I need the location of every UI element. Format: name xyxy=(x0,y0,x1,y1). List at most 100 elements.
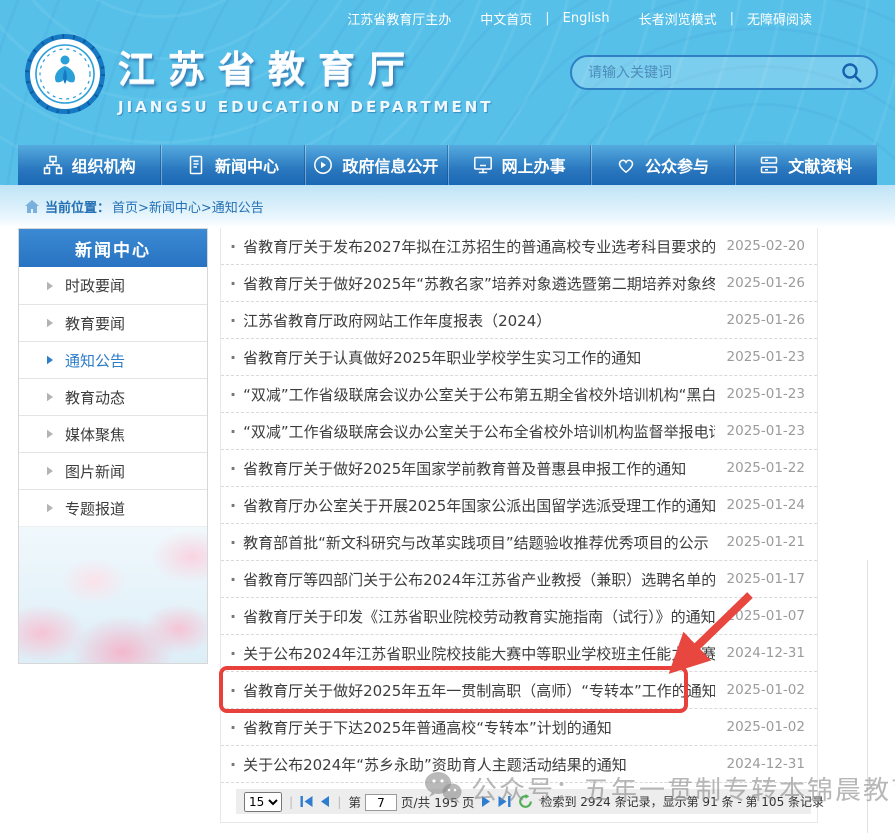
site-title: 江苏省教育厅 xyxy=(118,39,494,93)
page-number-input[interactable] xyxy=(365,794,397,811)
topbar-link[interactable]: 中文首页 xyxy=(480,9,532,28)
news-link[interactable]: 江苏省教育厅政府网站工作年度报表（2024） xyxy=(243,310,714,331)
news-link[interactable]: 省教育厅关于下达2025年普通高校“专转本”计划的通知 xyxy=(243,717,714,738)
news-date: 2025-01-26 xyxy=(727,312,805,328)
news-date: 2025-01-02 xyxy=(727,719,805,735)
nav-item[interactable]: 网上办事 xyxy=(447,145,590,185)
caret-right-icon xyxy=(46,503,54,513)
sidebar-item[interactable]: 时政要闻 xyxy=(19,267,207,304)
bullet-icon: · xyxy=(230,681,236,700)
topbar-link[interactable]: | xyxy=(545,11,549,26)
news-date: 2025-01-23 xyxy=(727,349,805,365)
caret-right-icon xyxy=(46,392,54,402)
topbar-link[interactable]: English xyxy=(563,11,610,26)
news-link[interactable]: 教育部首批“新文科研究与改革实践项目”结题验收推荐优秀项目的公示 xyxy=(243,532,714,553)
sidebar-item-label: 教育动态 xyxy=(65,387,125,408)
news-list: · 省教育厅关于发布2027年拟在江苏招生的普通高校专业选考科目要求的公告 20… xyxy=(221,228,817,783)
breadcrumb-path[interactable]: 首页>新闻中心>通知公告 xyxy=(112,197,264,216)
nav-item-label: 文献资料 xyxy=(788,153,852,177)
topbar-link[interactable]: 长者浏览模式 xyxy=(639,9,717,28)
nav-item-label: 组织机构 xyxy=(72,153,136,177)
news-link[interactable]: 省教育厅关于做好2025年国家学前教育普及普惠县申报工作的通知 xyxy=(243,458,714,479)
nav-item[interactable]: 文献资料 xyxy=(734,145,877,185)
site-logo[interactable]: 江苏省教育厅 JIANGSU EDUCATION DEPARTMENT xyxy=(24,33,494,116)
list-item: · 省教育厅关于做好2025年五年一贯制高职（高师）“专转本”工作的通知 202… xyxy=(221,672,817,709)
news-link[interactable]: 省教育厅关于印发《江苏省职业院校劳动教育实施指南（试行）》的通知 xyxy=(243,606,714,627)
site-subtitle: JIANGSU EDUCATION DEPARTMENT xyxy=(118,98,494,116)
nav-item[interactable]: 新闻中心 xyxy=(160,145,303,185)
breadcrumb-label: 当前位置： xyxy=(45,197,110,216)
page-size-select[interactable]: 15 xyxy=(244,792,282,812)
topbar-link[interactable]: 江苏省教育厅主办 xyxy=(347,9,451,28)
nav-item-label: 新闻中心 xyxy=(215,153,279,177)
list-item: · “双减”工作省级联席会议办公室关于公布全省校外培训机构监督举报电话的公...… xyxy=(221,413,817,450)
news-link[interactable]: 关于公布2024年“苏乡永助”资助育人主题活动结果的通知 xyxy=(243,754,714,775)
page-prefix: 第 xyxy=(348,795,361,810)
news-link[interactable]: 省教育厅关于做好2025年“苏教名家”培养对象遴选暨第二期培养对象终期... xyxy=(243,273,714,294)
sidebar-item-label: 通知公告 xyxy=(65,350,125,371)
topbar-link[interactable]: | xyxy=(730,11,734,26)
pager-divider: | xyxy=(289,794,293,809)
news-link[interactable]: “双减”工作省级联席会议办公室关于公布全省校外培训机构监督举报电话的公... xyxy=(243,421,714,442)
sidebar-item[interactable]: 通知公告 xyxy=(19,341,207,378)
news-link[interactable]: 关于公布2024年江苏省职业院校技能大赛中等职业学校班主任能力比赛获奖 xyxy=(243,643,714,664)
bullet-icon: · xyxy=(230,607,236,626)
list-item: · 省教育厅关于印发《江苏省职业院校劳动教育实施指南（试行）》的通知 2025-… xyxy=(221,598,817,635)
sidebar-item[interactable]: 专题报道 xyxy=(19,489,207,526)
news-date: 2025-01-23 xyxy=(727,423,805,439)
news-link[interactable]: 省教育厅关于做好2025年五年一贯制高职（高师）“专转本”工作的通知 xyxy=(243,680,714,701)
list-item: · 关于公布2024年“苏乡永助”资助育人主题活动结果的通知 2024-12-3… xyxy=(221,746,817,783)
list-item: · 省教育厅关于认真做好2025年职业学校学生实习工作的通知 2025-01-2… xyxy=(221,339,817,376)
main-nav: 组织机构 新闻中心 政府信息公开 网上办事 公众参与 文献资料 xyxy=(18,145,877,185)
news-link[interactable]: 省教育厅办公室关于开展2025年国家公派出国留学选派受理工作的通知 xyxy=(243,495,714,516)
bullet-icon: · xyxy=(230,644,236,663)
list-item: · 省教育厅等四部门关于公布2024年江苏省产业教授（兼职）选聘名单的通知 20… xyxy=(221,561,817,598)
bullet-icon: · xyxy=(230,533,236,552)
topbar-link[interactable]: 无障碍阅读 xyxy=(747,9,812,28)
caret-right-icon xyxy=(46,355,54,365)
search-box xyxy=(570,55,878,90)
site-title-block: 江苏省教育厅 JIANGSU EDUCATION DEPARTMENT xyxy=(118,33,494,116)
bullet-icon: · xyxy=(230,348,236,367)
news-link[interactable]: 省教育厅关于认真做好2025年职业学校学生实习工作的通知 xyxy=(243,347,714,368)
search-input[interactable] xyxy=(588,65,840,81)
caret-right-icon xyxy=(46,466,54,476)
sidebar-item[interactable]: 媒体聚焦 xyxy=(19,415,207,452)
sidebar-item[interactable]: 教育动态 xyxy=(19,378,207,415)
bullet-icon: · xyxy=(230,496,236,515)
sidebar-menu: 时政要闻 教育要闻 通知公告 教育动态 媒体聚焦 图片新闻 专题报道 xyxy=(19,267,207,526)
news-link[interactable]: 省教育厅关于发布2027年拟在江苏招生的普通高校专业选考科目要求的公告 xyxy=(243,236,714,257)
bullet-icon: · xyxy=(230,385,236,404)
bullet-icon: · xyxy=(230,274,236,293)
refresh-icon[interactable] xyxy=(518,794,533,809)
nav-item[interactable]: 组织机构 xyxy=(18,145,160,185)
first-page-icon[interactable] xyxy=(300,796,313,807)
page-suffix: 页/共 195 页 xyxy=(401,795,475,810)
nav-item-icon xyxy=(616,155,636,175)
sidebar-item[interactable]: 图片新闻 xyxy=(19,452,207,489)
bullet-icon: · xyxy=(230,718,236,737)
magnolia-photo xyxy=(19,526,207,663)
news-date: 2025-01-24 xyxy=(727,497,805,513)
list-item: · 省教育厅关于做好2025年国家学前教育普及普惠县申报工作的通知 2025-0… xyxy=(221,450,817,487)
news-link[interactable]: 省教育厅等四部门关于公布2024年江苏省产业教授（兼职）选聘名单的通知 xyxy=(243,569,714,590)
list-item: · 教育部首批“新文科研究与改革实践项目”结题验收推荐优秀项目的公示 2025-… xyxy=(221,524,817,561)
sidebar-item[interactable]: 教育要闻 xyxy=(19,304,207,341)
search-icon[interactable] xyxy=(840,61,864,85)
sidebar-item-label: 时政要闻 xyxy=(65,275,125,296)
list-item: · 关于公布2024年江苏省职业院校技能大赛中等职业学校班主任能力比赛获奖 20… xyxy=(221,635,817,672)
sidebar-item-label: 媒体聚焦 xyxy=(65,424,125,445)
nav-item-label: 公众参与 xyxy=(645,153,709,177)
news-link[interactable]: “双减”工作省级联席会议办公室关于公布第五期全省校外培训机构“黑白名单... xyxy=(243,384,714,405)
caret-right-icon xyxy=(46,318,54,328)
news-date: 2024-12-31 xyxy=(727,645,805,661)
logo-emblem-icon xyxy=(24,33,106,115)
caret-right-icon xyxy=(46,281,54,291)
last-page-icon[interactable] xyxy=(498,796,511,807)
nav-item[interactable]: 政府信息公开 xyxy=(304,145,447,185)
next-page-icon[interactable] xyxy=(481,796,491,807)
prev-page-icon[interactable] xyxy=(320,796,330,807)
nav-item[interactable]: 公众参与 xyxy=(590,145,733,185)
news-date: 2025-01-07 xyxy=(727,608,805,624)
caret-right-icon xyxy=(46,429,54,439)
